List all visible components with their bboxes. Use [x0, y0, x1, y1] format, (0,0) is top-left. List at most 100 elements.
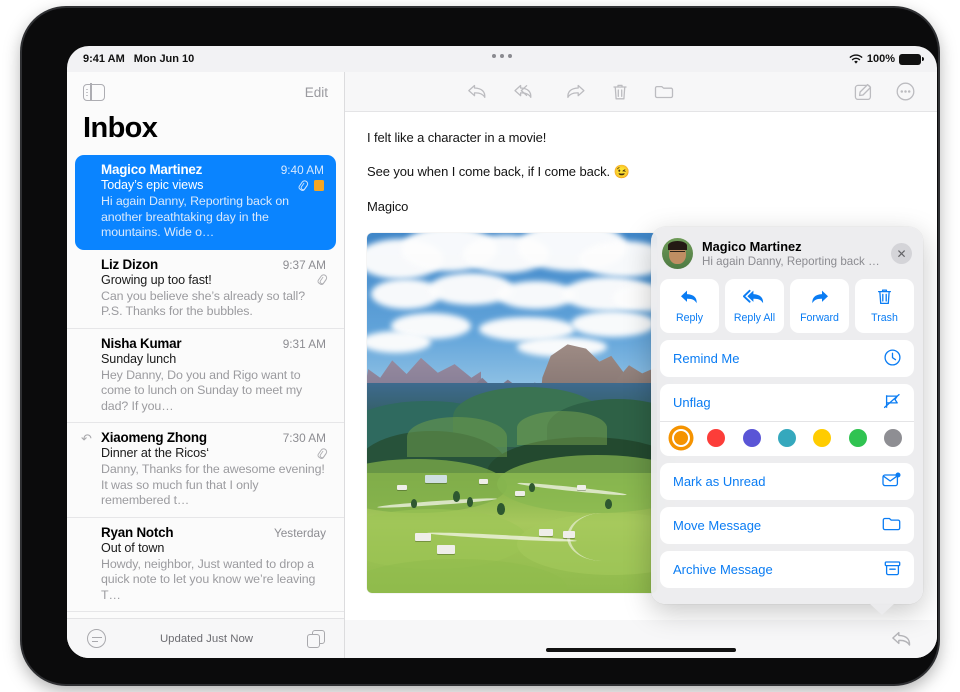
ipad-device-frame: 9:41 AM Mon Jun 10 100% Edit Inbox Magic… — [22, 8, 938, 684]
popover-card: Archive Message — [660, 551, 914, 588]
message-subject: Growing up too fast! — [101, 272, 212, 287]
quick-action-reply-all-button[interactable]: Reply All — [725, 279, 784, 333]
message-line-sender: Liz Dizon 9:37 AM — [101, 257, 326, 272]
envelope-badge-icon — [882, 472, 901, 491]
status-time: 9:41 AM — [83, 53, 125, 65]
message-actions-popover: Magico Martinez Hi again Danny, Reportin… — [651, 227, 923, 615]
message-list-item[interactable]: Liz Dizon 9:37 AM Growing up too fast! Can … — [67, 250, 344, 329]
popover-sender-name: Magico Martinez — [702, 239, 802, 254]
message-sender: Ryan Notch — [101, 524, 174, 540]
message-line-sender: Xiaomeng Zhong 7:30 AM — [101, 430, 326, 445]
flag-color-purple[interactable] — [742, 429, 761, 447]
sidebar-toggle-icon[interactable] — [83, 82, 105, 102]
quick-action-forward-button[interactable]: Forward — [790, 279, 849, 333]
message-detail-pane: I felt like a character in a movie! See … — [345, 72, 937, 658]
popover-card: Mark as Unread — [660, 463, 914, 500]
message-line-sender: Ryan Notch Yesterday — [101, 525, 326, 540]
message-time: 7:30 AM — [282, 431, 326, 445]
flag-color-gray[interactable] — [883, 429, 902, 447]
message-time: Yesterday — [273, 525, 326, 540]
message-line-sender: Nisha Kumar 9:31 AM — [101, 336, 326, 351]
popover-header-text: Magico Martinez Hi again Danny, Reportin… — [702, 239, 882, 268]
detail-toolbar — [345, 72, 937, 112]
flag-color-green[interactable] — [848, 429, 867, 447]
more-ellipsis-icon[interactable] — [896, 82, 915, 101]
popover-item-remind-me[interactable]: Remind Me — [660, 340, 914, 377]
handle-dot — [500, 54, 504, 58]
popover-item-archive-message[interactable]: Archive Message — [660, 551, 914, 588]
multitask-handle-icon[interactable] — [492, 54, 512, 58]
message-list-item[interactable]: Po-Chun YehYesterdayLunch call?Think you… — [67, 612, 344, 618]
folder-icon[interactable] — [654, 84, 674, 100]
split-view: Edit Inbox Magico Martinez 9:40 AM Today’s… — [67, 72, 937, 658]
reply-icon[interactable] — [891, 630, 913, 648]
clock-icon — [884, 348, 901, 369]
reply-all-icon[interactable] — [514, 83, 539, 100]
popover-item-label: Archive Message — [673, 562, 773, 577]
message-sender: Nisha Kumar — [101, 335, 182, 351]
close-icon[interactable]: ✕ — [891, 243, 912, 264]
message-list-item[interactable]: Nisha Kumar 9:31 AM Sunday lunch Hey Danny,… — [67, 329, 344, 423]
wifi-icon — [849, 53, 863, 64]
message-subject: Today’s epic views — [101, 178, 204, 192]
message-subject: Dinner at the Ricos‘ — [101, 446, 209, 460]
reply-icon[interactable] — [467, 83, 488, 100]
message-list[interactable]: Magico Martinez 9:40 AM Today’s epic views… — [67, 155, 344, 618]
sidebar-bottom-bar: Updated Just Now — [67, 618, 344, 658]
copy-icon[interactable] — [306, 630, 325, 648]
home-indicator — [546, 648, 736, 652]
compose-icon[interactable] — [854, 83, 872, 101]
contact-avatar — [662, 238, 693, 269]
message-line-sender: Magico Martinez 9:40 AM — [101, 162, 324, 177]
quick-action-label: Reply All — [733, 311, 776, 324]
message-line-subject: Sunday lunch — [101, 352, 326, 366]
message-subject: Out of town — [101, 540, 165, 555]
message-preview: Can you believe she’s already so tall? P… — [101, 288, 305, 319]
message-line-subject: Dinner at the Ricos‘ — [101, 446, 329, 460]
archivebox-icon — [884, 560, 901, 580]
flag-icon — [314, 179, 324, 191]
flag-color-yellow[interactable] — [813, 429, 832, 447]
popover-card: Move Message — [660, 507, 914, 544]
detail-bottom-bar — [345, 620, 937, 658]
message-sender: Xiaomeng Zhong — [101, 430, 207, 445]
quick-action-label: Trash — [871, 312, 898, 324]
photo-attachment[interactable] — [367, 233, 657, 593]
popover-item-move-message[interactable]: Move Message — [660, 507, 914, 544]
quick-action-label: Reply — [675, 311, 704, 324]
flag-color-teal[interactable] — [777, 429, 796, 447]
popover-item-label: Mark as Unread — [673, 474, 766, 489]
toolbar-action-group — [467, 83, 674, 101]
message-list-item[interactable]: Ryan Notch Yesterday Out of town Howdy, nei… — [67, 518, 344, 612]
popover-item-mark-as-unread[interactable]: Mark as Unread — [660, 463, 914, 500]
flag-color-picker[interactable] — [660, 421, 914, 456]
popover-header: Magico Martinez Hi again Danny, Reportin… — [660, 236, 914, 279]
filter-icon[interactable] — [87, 629, 106, 648]
message-list-item[interactable]: ↶ Xiaomeng Zhong 7:30 AM Dinner at the Rico… — [67, 423, 344, 518]
trash-icon[interactable] — [612, 83, 628, 101]
message-list-item[interactable]: Magico Martinez 9:40 AM Today’s epic views… — [75, 155, 336, 250]
popover-snippet: Hi again Danny, Reporting back o… — [702, 255, 882, 268]
cloud-shape — [571, 311, 655, 337]
attachment-icon — [316, 272, 329, 287]
quick-action-trash-button[interactable]: Trash — [855, 279, 914, 333]
message-badges — [316, 272, 329, 287]
edit-button[interactable]: Edit — [305, 85, 328, 100]
battery-percent-label: 100% — [866, 53, 895, 65]
message-line-subject: Growing up too fast! — [101, 272, 329, 287]
avatar-hair — [668, 241, 687, 250]
popover-item-label: Remind Me — [673, 351, 740, 366]
attachment-icon — [297, 178, 310, 192]
flag-color-red[interactable] — [707, 429, 726, 447]
message-time: 9:40 AM — [280, 163, 324, 177]
quick-action-reply-button[interactable]: Reply — [660, 279, 719, 333]
popover-item-unflag[interactable]: Unflag — [660, 384, 914, 421]
message-sender: Liz Dizon — [101, 256, 158, 272]
status-date: Mon Jun 10 — [133, 53, 195, 65]
mailbox-sidebar: Edit Inbox Magico Martinez 9:40 AM Today’s… — [67, 72, 345, 658]
body-paragraph: I felt like a character in a movie! — [367, 130, 547, 145]
status-bar-left: 9:41 AM Mon Jun 10 — [83, 53, 194, 65]
message-line-subject: Out of town — [101, 541, 326, 555]
flag-color-orange[interactable] — [672, 429, 690, 447]
forward-icon[interactable] — [565, 83, 586, 100]
